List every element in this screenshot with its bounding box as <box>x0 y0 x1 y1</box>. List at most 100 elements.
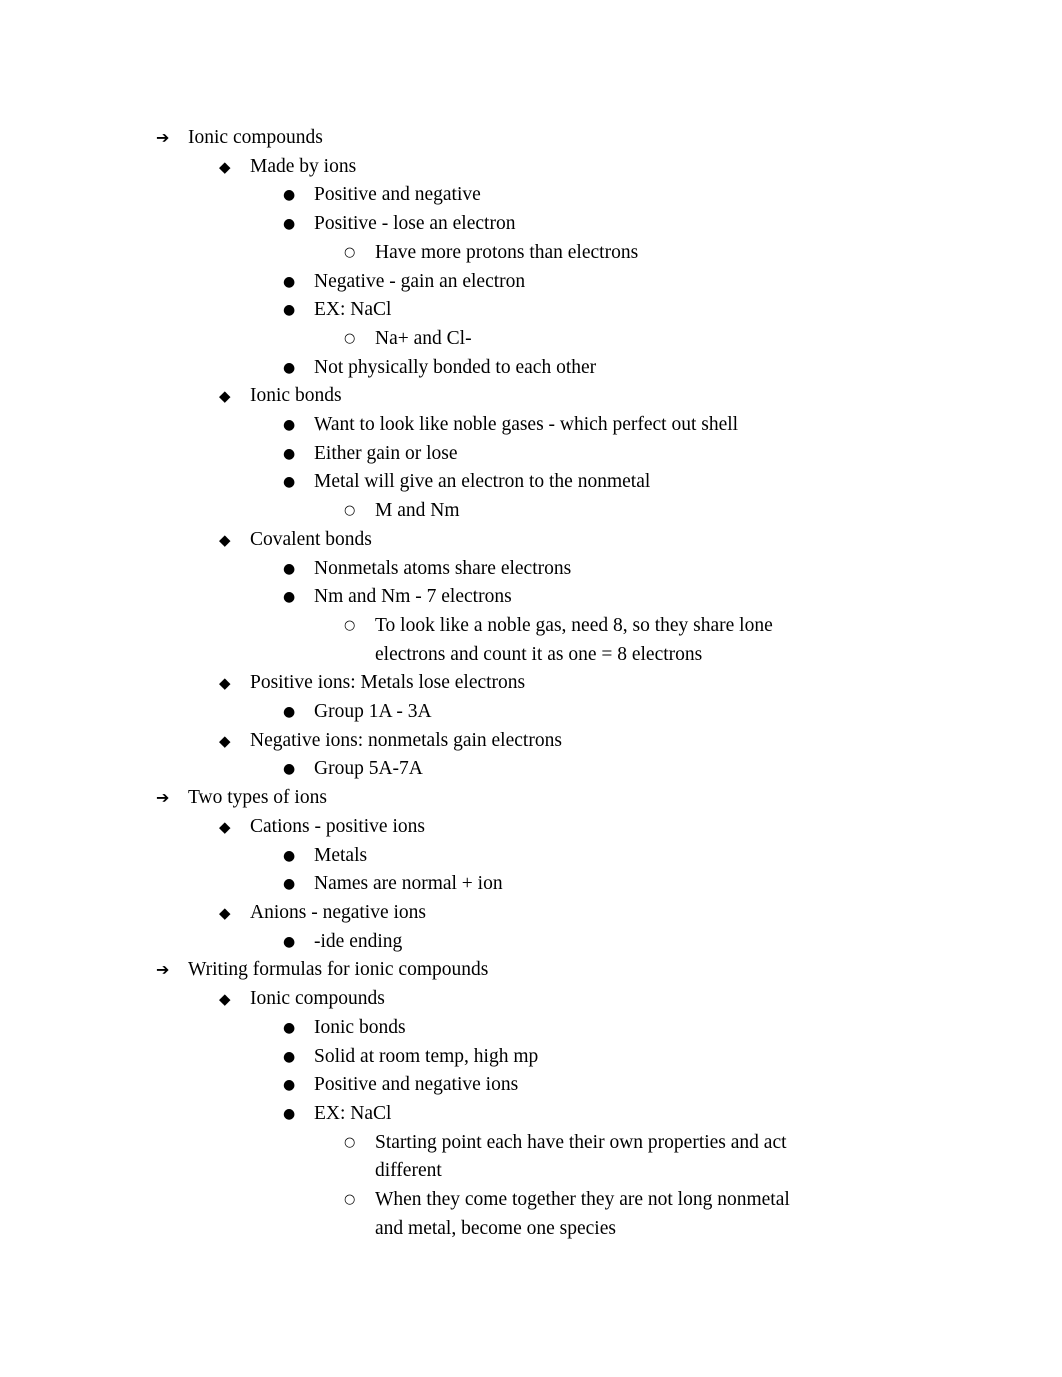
disc-bullet-icon: ● <box>283 187 296 204</box>
outline-item: ➔ Two types of ions <box>0 784 1062 813</box>
disc-bullet-icon: ● <box>283 589 296 606</box>
outline-item: ● Nonmetals atoms share electrons <box>0 555 1062 584</box>
outline-item-text: Writing formulas for ionic compounds <box>188 959 489 981</box>
outline-item: ○ When they come together they are not lo… <box>0 1186 1062 1243</box>
disc-bullet-icon: ● <box>283 1077 296 1094</box>
outline-item: ○ M and Nm <box>0 497 1062 526</box>
outline-item-text: Na+ and Cl- <box>375 327 472 349</box>
diamond-bullet-icon: ◆ <box>219 674 231 693</box>
outline-item: ◆ Covalent bonds <box>0 526 1062 555</box>
outline-item: ◆ Anions - negative ions <box>0 899 1062 928</box>
outline-item: ● EX: NaCl <box>0 1100 1062 1129</box>
disc-bullet-icon: ● <box>283 933 296 950</box>
diamond-bullet-icon: ◆ <box>219 903 231 922</box>
circle-bullet-icon: ○ <box>344 1134 356 1150</box>
disc-bullet-icon: ● <box>283 560 296 577</box>
outline-item: ➔ Writing formulas for ionic compounds <box>0 956 1062 985</box>
outline-item-text: EX: NaCl <box>314 1102 392 1124</box>
outline-item: ● -ide ending <box>0 928 1062 957</box>
outline-item-text: To look like a noble gas, need 8, so the… <box>375 614 773 665</box>
disc-bullet-icon: ● <box>283 302 296 319</box>
disc-bullet-icon: ● <box>283 1019 296 1036</box>
outline-item-text: Ionic compounds <box>250 988 385 1010</box>
outline-item: ● Either gain or lose <box>0 440 1062 469</box>
outline-item: ○ Na+ and Cl- <box>0 325 1062 354</box>
outline-item: ● Names are normal + ion <box>0 870 1062 899</box>
outline-item-text: Positive ions: Metals lose electrons <box>250 672 526 694</box>
outline-item-text: Cations - positive ions <box>250 815 425 837</box>
outline-item-text: Positive - lose an electron <box>314 213 516 235</box>
diamond-bullet-icon: ◆ <box>219 387 231 406</box>
outline-item: ◆ Cations - positive ions <box>0 813 1062 842</box>
circle-bullet-icon: ○ <box>344 617 356 633</box>
outline-item-text: M and Nm <box>375 500 460 522</box>
outline-item: ◆ Ionic bonds <box>0 382 1062 411</box>
outline-item: ● Want to look like noble gases - which p… <box>0 411 1062 440</box>
circle-bullet-icon: ○ <box>344 330 356 346</box>
outline-item: ● Metals <box>0 842 1062 871</box>
disc-bullet-icon: ● <box>283 1048 296 1065</box>
outline-item: ● Positive and negative <box>0 181 1062 210</box>
outline-item-text: Covalent bonds <box>250 528 372 550</box>
arrow-bullet-icon: ➔ <box>156 128 170 147</box>
diamond-bullet-icon: ◆ <box>219 817 231 836</box>
outline-item-text: When they come together they are not lon… <box>375 1189 790 1239</box>
outline-item-text: Want to look like noble gases - which pe… <box>314 414 739 436</box>
circle-bullet-icon: ○ <box>344 244 356 260</box>
outline-item: ○ Starting point each have their own prop… <box>0 1129 1062 1186</box>
outline-item-text: Negative - gain an electron <box>314 270 526 292</box>
outline-item: ● EX: NaCl <box>0 296 1062 325</box>
outline-item-text: -ide ending <box>314 930 403 952</box>
outline-item: ◆ Positive ions: Metals lose electrons <box>0 669 1062 698</box>
outline-item: ● Positive and negative ions <box>0 1071 1062 1100</box>
outline-item-text: Group 1A - 3A <box>314 701 432 723</box>
disc-bullet-icon: ● <box>283 761 296 778</box>
disc-bullet-icon: ● <box>283 359 296 376</box>
outline-item-text: Have more protons than electrons <box>375 241 639 263</box>
outline-item-text: Anions - negative ions <box>250 901 427 923</box>
outline-item-text: Not physically bonded to each other <box>314 356 597 378</box>
outline-item: ○ To look like a noble gas, need 8, so th… <box>0 612 1062 669</box>
outline-list: ➔ Ionic compounds ◆ Made by ions ● Positive a… <box>0 124 1062 1243</box>
outline-item-text: Ionic bonds <box>250 385 342 407</box>
outline-item-text: Positive and negative <box>314 184 481 206</box>
document-page: ➔ Ionic compounds ◆ Made by ions ● Positive a… <box>0 0 1062 1377</box>
disc-bullet-icon: ● <box>283 876 296 893</box>
diamond-bullet-icon: ◆ <box>219 731 231 750</box>
disc-bullet-icon: ● <box>283 474 296 491</box>
outline-item-text: Group 5A-7A <box>314 758 423 780</box>
outline-item-text: Metal will give an electron to the nonme… <box>314 471 651 493</box>
disc-bullet-icon: ● <box>283 216 296 233</box>
outline-item-text: Either gain or lose <box>314 442 458 464</box>
outline-item-text: Nonmetals atoms share electrons <box>314 557 572 579</box>
document-body: ➔ Ionic compounds ◆ Made by ions ● Positive a… <box>0 124 1062 1243</box>
outline-item-text: Starting point each have their own prope… <box>375 1131 787 1182</box>
arrow-bullet-icon: ➔ <box>156 960 170 980</box>
disc-bullet-icon: ● <box>283 704 296 721</box>
outline-item: ● Group 5A-7A <box>0 755 1062 784</box>
outline-item: ● Solid at room temp, high mp <box>0 1043 1062 1072</box>
outline-item-text: Positive and negative ions <box>314 1074 519 1096</box>
outline-item-text: EX: NaCl <box>314 299 392 321</box>
outline-item: ◆ Negative ions: nonmetals gain electrons <box>0 727 1062 756</box>
disc-bullet-icon: ● <box>283 847 296 864</box>
outline-item: ● Group 1A - 3A <box>0 698 1062 727</box>
outline-item: ● Positive - lose an electron <box>0 210 1062 239</box>
outline-item-text: Ionic bonds <box>314 1016 406 1038</box>
outline-item-text: Metals <box>314 844 368 866</box>
disc-bullet-icon: ● <box>283 417 296 434</box>
disc-bullet-icon: ● <box>283 273 296 290</box>
outline-item: ● Metal will give an electron to the nonm… <box>0 468 1062 497</box>
circle-bullet-icon: ○ <box>344 1192 356 1208</box>
outline-item-text: Nm and Nm - 7 electrons <box>314 586 512 608</box>
outline-item: ● Not physically bonded to each other <box>0 354 1062 383</box>
disc-bullet-icon: ● <box>283 1105 296 1122</box>
outline-item: ● Ionic bonds <box>0 1014 1062 1043</box>
outline-item-text: Two types of ions <box>188 787 327 809</box>
disc-bullet-icon: ● <box>283 445 296 462</box>
outline-item-text: Negative ions: nonmetals gain electrons <box>250 729 562 751</box>
outline-item-text: Names are normal + ion <box>314 873 503 895</box>
outline-item: ◆ Made by ions <box>0 153 1062 182</box>
outline-item-text: Made by ions <box>250 155 357 177</box>
circle-bullet-icon: ○ <box>344 503 356 519</box>
